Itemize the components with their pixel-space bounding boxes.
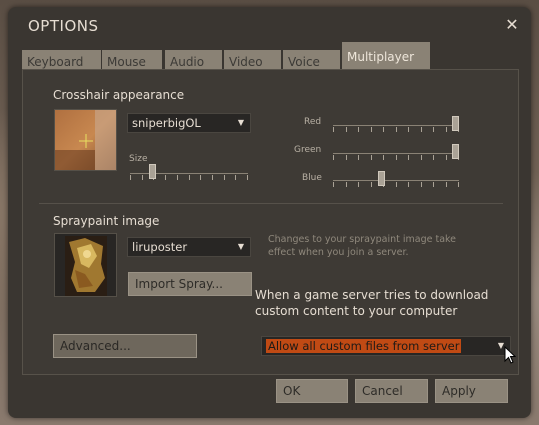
slider-tick [421, 155, 422, 160]
slider-tick [396, 182, 397, 187]
slider-tick [396, 155, 397, 160]
slider-tick [421, 182, 422, 187]
slider-tick [247, 175, 248, 180]
slider-tick [358, 182, 359, 187]
slider-tick [165, 175, 166, 180]
chevron-down-icon: ▼ [237, 118, 244, 127]
size-slider[interactable] [130, 164, 248, 184]
slider-tick [212, 175, 213, 180]
slider-tick [433, 155, 434, 160]
advanced-button[interactable]: Advanced... [53, 334, 197, 358]
slider-tick [383, 127, 384, 132]
slider-tick [446, 155, 447, 160]
slider-tick [358, 155, 359, 160]
slider-tick [346, 155, 347, 160]
slider-tick [433, 127, 434, 132]
slider-tick [130, 175, 131, 180]
download-select-value: Allow all custom files from server [266, 339, 462, 353]
section-divider [39, 203, 503, 204]
options-dialog: OPTIONS ✕ Keyboard Mouse Audio Video Voi… [8, 7, 531, 418]
slider-tick [189, 175, 190, 180]
slider-tick [333, 127, 334, 132]
slider-tick [383, 155, 384, 160]
slider-tick [235, 175, 236, 180]
green-slider-thumb[interactable] [452, 144, 459, 159]
slider-tick [371, 127, 372, 132]
crosshair-heading: Crosshair appearance [53, 88, 185, 102]
slider-tick [446, 182, 447, 187]
chevron-down-icon: ▼ [237, 242, 244, 251]
slider-tick [433, 182, 434, 187]
import-spray-button[interactable]: Import Spray... [128, 272, 252, 296]
blue-label: Blue [302, 173, 322, 183]
green-slider[interactable] [333, 144, 459, 164]
dialog-title: OPTIONS [28, 17, 99, 35]
cancel-button[interactable]: Cancel [355, 379, 428, 403]
spray-select[interactable]: liruposter ▼ [127, 237, 251, 257]
slider-tick [346, 182, 347, 187]
red-label: Red [304, 117, 322, 127]
slider-tick [333, 182, 334, 187]
size-slider-thumb[interactable] [149, 164, 156, 179]
slider-tick [421, 127, 422, 132]
multiplayer-panel: Crosshair appearance sniperbigOL ▼ Size … [22, 69, 519, 375]
slider-tick [446, 127, 447, 132]
slider-tick [142, 175, 143, 180]
red-slider-thumb[interactable] [452, 116, 459, 131]
size-label: Size [129, 154, 148, 164]
spray-hint: Changes to your spraypaint image take ef… [268, 234, 457, 258]
slider-tick [396, 127, 397, 132]
close-icon[interactable]: ✕ [502, 15, 522, 35]
apply-button[interactable]: Apply [435, 379, 508, 403]
spray-preview-icon [54, 233, 117, 297]
blue-slider[interactable] [333, 171, 459, 191]
slider-tick [408, 155, 409, 160]
blue-slider-thumb[interactable] [378, 171, 385, 186]
green-label: Green [294, 145, 322, 155]
slider-tick [224, 175, 225, 180]
spray-select-value: liruposter [132, 240, 188, 254]
download-select[interactable]: Allow all custom files from server ▼ [261, 336, 511, 356]
red-slider[interactable] [333, 116, 459, 136]
mouse-pointer-icon [504, 346, 516, 364]
ok-button[interactable]: OK [276, 379, 348, 403]
spray-heading: Spraypaint image [53, 214, 160, 228]
download-label: When a game server tries to download cus… [255, 288, 489, 318]
slider-tick [408, 182, 409, 187]
crosshair-preview-icon [54, 109, 117, 171]
slider-tick [408, 127, 409, 132]
slider-tick [458, 182, 459, 187]
slider-tick [346, 127, 347, 132]
slider-tick [358, 127, 359, 132]
crosshair-select-value: sniperbigOL [132, 116, 201, 130]
slider-tick [371, 182, 372, 187]
slider-tick [333, 155, 334, 160]
slider-tick [200, 175, 201, 180]
slider-tick [177, 175, 178, 180]
slider-tick [371, 155, 372, 160]
crosshair-select[interactable]: sniperbigOL ▼ [127, 113, 251, 133]
